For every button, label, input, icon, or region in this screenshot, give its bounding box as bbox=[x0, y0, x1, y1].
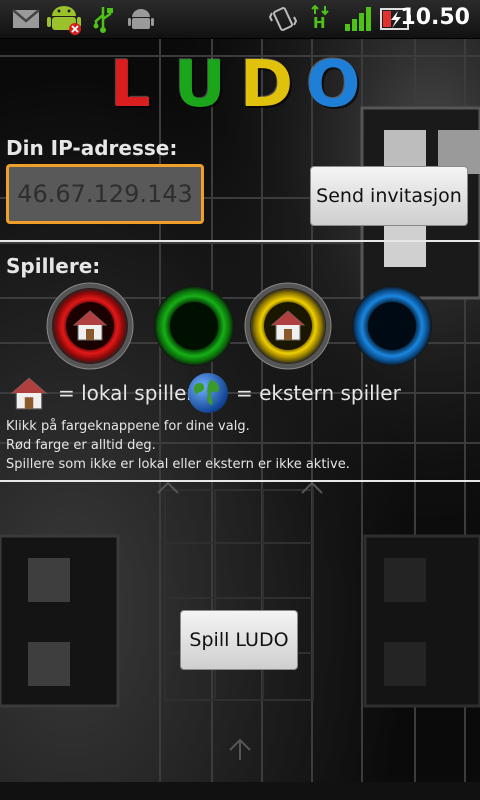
external-player-globe-icon bbox=[188, 373, 228, 413]
logo-letter-l: L bbox=[110, 48, 151, 122]
hint-line-3: Spillere som ikke er lokal eller ekstern… bbox=[6, 457, 350, 472]
logo-letter-u: U bbox=[174, 48, 226, 122]
clock: 10.50 bbox=[400, 5, 470, 30]
gmail-icon bbox=[12, 9, 40, 28]
divider-top bbox=[0, 240, 480, 242]
signal-icon bbox=[345, 7, 371, 31]
player-blue-ring bbox=[352, 286, 432, 366]
logo-letter-o: O bbox=[306, 48, 361, 122]
ip-label: Din IP-adresse: bbox=[6, 136, 178, 160]
ip-address-field[interactable]: 46.67.129.143 bbox=[6, 164, 204, 224]
logo-letter-d: D bbox=[240, 48, 294, 122]
hint-line-2: Rød farge er alltid deg. bbox=[6, 438, 156, 453]
ip-address-value: 46.67.129.143 bbox=[17, 180, 193, 208]
player-green-ring bbox=[154, 286, 234, 366]
divider-bottom bbox=[0, 480, 480, 482]
players-label: Spillere: bbox=[6, 254, 101, 278]
ludo-logo: L U D O bbox=[110, 52, 370, 118]
player-yellow-button[interactable] bbox=[244, 282, 332, 370]
player-red-button[interactable] bbox=[46, 282, 134, 370]
hint-line-1: Klikk på fargeknappene for dine valg. bbox=[6, 419, 250, 434]
house-icon bbox=[270, 310, 306, 341]
usb-icon bbox=[93, 7, 113, 33]
network-type-label: H bbox=[313, 14, 326, 32]
house-icon bbox=[72, 310, 108, 341]
player-green-button[interactable] bbox=[150, 282, 238, 370]
android-debug-icon bbox=[128, 9, 154, 29]
play-ludo-button[interactable]: Spill LUDO bbox=[180, 610, 298, 670]
status-bar: H 10.50 bbox=[0, 0, 480, 39]
legend-external-label: = ekstern spiller bbox=[236, 381, 401, 405]
legend-local-label: = lokal spiller bbox=[58, 381, 195, 405]
vibrate-icon bbox=[268, 7, 298, 31]
player-blue-button[interactable] bbox=[348, 282, 436, 370]
local-player-house-icon bbox=[10, 377, 48, 410]
android-notification-icon bbox=[47, 6, 81, 35]
send-invitation-button[interactable]: Send invitasjon bbox=[310, 166, 468, 226]
